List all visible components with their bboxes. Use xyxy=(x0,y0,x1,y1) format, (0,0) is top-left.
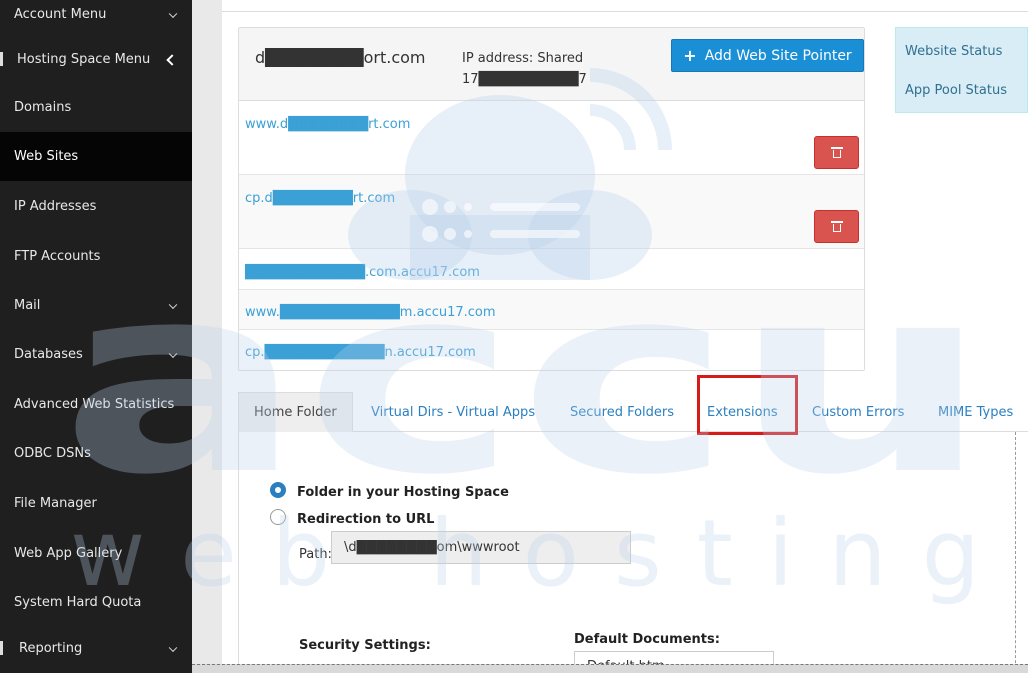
pointer-row: ████████████.com.accu17.com xyxy=(239,249,864,290)
sidebar-item-label: System Hard Quota xyxy=(14,595,142,610)
delete-pointer-button[interactable] xyxy=(814,136,859,169)
sidebar-item-web-sites[interactable]: Web Sites xyxy=(0,132,192,181)
sidebar-item-system-hard-quota[interactable]: System Hard Quota xyxy=(0,578,192,627)
pointer-row: cp.d████████rt.com xyxy=(239,175,864,249)
pointer-row: www.████████████m.accu17.com xyxy=(239,290,864,330)
sidebar-item-label: File Manager xyxy=(14,496,97,511)
sidebar-item-label: Web App Gallery xyxy=(14,546,123,561)
pointer-link[interactable]: ████████████.com.accu17.com xyxy=(245,265,480,280)
trash-icon xyxy=(830,221,843,232)
ip-address-value: 17██████████7 xyxy=(462,72,587,87)
website-status-link[interactable]: Website Status xyxy=(905,44,1002,59)
trash-icon xyxy=(830,147,843,158)
menu-indicator xyxy=(0,52,3,66)
sidebar-item-file-manager[interactable]: File Manager xyxy=(0,479,192,528)
sidebar-item-domains[interactable]: Domains xyxy=(0,83,192,132)
chevron-left-icon xyxy=(166,53,178,66)
add-web-site-pointer-label: Add Web Site Pointer xyxy=(704,47,852,64)
sidebar-item-web-app-gallery[interactable]: Web App Gallery xyxy=(0,529,192,578)
gutter xyxy=(192,0,222,673)
sidebar-item-label: Databases xyxy=(14,347,83,362)
sidebar-item-label: FTP Accounts xyxy=(14,249,101,264)
chevron-down-icon xyxy=(168,349,178,358)
sidebar-item-label: ODBC DSNs xyxy=(14,446,91,461)
folder-option-label: Folder in your Hosting Space xyxy=(297,485,509,500)
sidebar-item-ip-addresses[interactable]: IP Addresses xyxy=(0,182,192,231)
tab-virtual-dirs[interactable]: Virtual Dirs - Virtual Apps xyxy=(371,392,535,432)
website-panel: d████████ort.com IP address: Shared 17██… xyxy=(238,27,865,371)
extensions-tab-highlight xyxy=(697,375,798,435)
path-input[interactable] xyxy=(331,531,631,564)
add-web-site-pointer-button[interactable]: + Add Web Site Pointer xyxy=(671,39,864,72)
sidebar-item-ftp-accounts[interactable]: FTP Accounts xyxy=(0,232,192,281)
sidebar-item-label: Domains xyxy=(14,100,72,115)
pointer-link[interactable]: cp.████████████n.accu17.com xyxy=(245,345,476,360)
status-box: Website Status App Pool Status xyxy=(895,27,1028,113)
sidebar-item-odbc-dsns[interactable]: ODBC DSNs xyxy=(0,429,192,478)
tab-mime-types[interactable]: MIME Types xyxy=(938,392,1013,432)
default-documents-label: Default Documents: xyxy=(574,632,720,647)
ip-address-label: IP address: Shared xyxy=(462,51,584,66)
security-settings-label: Security Settings: xyxy=(299,638,431,653)
path-label: Path: xyxy=(299,547,332,562)
sidebar-item-label: IP Addresses xyxy=(14,199,97,214)
sidebar-item-reporting[interactable]: Reporting xyxy=(0,624,192,673)
sidebar-item-account-menu[interactable]: Account Menu xyxy=(0,0,192,39)
chevron-down-icon xyxy=(168,300,178,309)
bottom-strip xyxy=(192,664,1028,673)
tab-home-folder[interactable]: Home Folder xyxy=(238,392,353,432)
sidebar-item-label: Account Menu xyxy=(14,7,107,22)
pointer-link[interactable]: www.d████████rt.com xyxy=(245,117,410,132)
sidebar-item-label: Reporting xyxy=(19,641,83,656)
redirect-option-radio[interactable] xyxy=(270,509,286,525)
sidebar-item-label: Mail xyxy=(14,298,41,313)
sidebar: Account Menu Hosting Space Menu Domains … xyxy=(0,0,192,673)
top-divider xyxy=(222,0,1028,12)
domain-title: d████████ort.com xyxy=(255,48,426,67)
website-tabs: Home Folder Virtual Dirs - Virtual Apps … xyxy=(238,392,1028,432)
pointer-row: cp.████████████n.accu17.com xyxy=(239,330,864,370)
sidebar-item-databases[interactable]: Databases xyxy=(0,330,192,379)
chevron-down-icon xyxy=(168,9,178,18)
sidebar-item-hosting-space-menu[interactable]: Hosting Space Menu xyxy=(0,35,192,84)
chevron-down-icon xyxy=(168,643,178,652)
pointer-row: www.d████████rt.com xyxy=(239,101,864,175)
pointer-link[interactable]: www.████████████m.accu17.com xyxy=(245,305,496,320)
app-pool-status-link[interactable]: App Pool Status xyxy=(905,83,1007,98)
tab-custom-errors[interactable]: Custom Errors xyxy=(812,392,904,432)
sidebar-item-advanced-web-statistics[interactable]: Advanced Web Statistics xyxy=(0,380,192,429)
folder-option-radio[interactable] xyxy=(270,482,286,498)
redirect-option-label: Redirection to URL xyxy=(297,512,435,527)
menu-indicator xyxy=(0,641,3,655)
pointer-link[interactable]: cp.d████████rt.com xyxy=(245,191,395,206)
sidebar-item-label: Advanced Web Statistics xyxy=(14,397,175,412)
tab-secured-folders[interactable]: Secured Folders xyxy=(570,392,674,432)
home-folder-panel: Folder in your Hosting Space Redirection… xyxy=(238,432,1016,673)
sidebar-item-mail[interactable]: Mail xyxy=(0,281,192,330)
sidebar-item-label: Hosting Space Menu xyxy=(17,52,151,67)
plus-icon: + xyxy=(683,46,697,65)
delete-pointer-button[interactable] xyxy=(814,210,859,243)
panel-header: d████████ort.com IP address: Shared 17██… xyxy=(239,28,864,101)
sidebar-item-label: Web Sites xyxy=(14,149,79,164)
main-content: d████████ort.com IP address: Shared 17██… xyxy=(222,0,1028,673)
